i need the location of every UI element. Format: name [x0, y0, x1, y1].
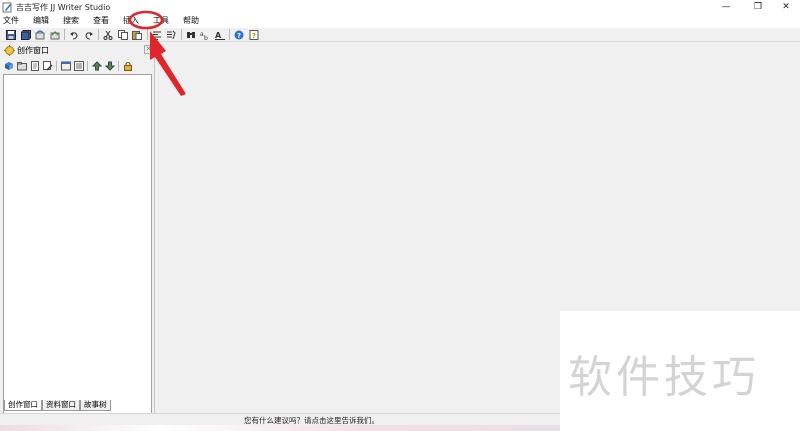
undo-history-icon — [35, 29, 45, 39]
tab-story-tree[interactable]: 故事树 — [80, 400, 111, 411]
undo-history-button[interactable] — [34, 29, 46, 41]
redo-button[interactable] — [83, 29, 95, 41]
menu-view[interactable]: 查看 — [86, 14, 116, 28]
help-icon: ? — [234, 30, 244, 40]
menu-bar: 文件 编辑 搜索 查看 插入 工具 帮助 — [0, 14, 800, 28]
document-tree[interactable] — [3, 74, 152, 431]
menu-help[interactable]: 帮助 — [176, 14, 206, 28]
about-icon: ? — [249, 29, 258, 40]
svg-text:?: ? — [237, 32, 241, 40]
help-button[interactable]: ? — [233, 29, 245, 41]
watermark-text: 软件技巧 — [568, 352, 760, 403]
move-up-button[interactable] — [91, 61, 102, 72]
properties-button[interactable] — [60, 61, 71, 72]
cut-icon — [103, 30, 113, 40]
find-button[interactable] — [185, 29, 197, 41]
copy-button[interactable] — [117, 29, 129, 41]
toolbar-separator — [98, 29, 99, 40]
tab-creation-window[interactable]: 创作窗口 — [4, 400, 42, 411]
redo-history-button[interactable] — [49, 29, 61, 41]
move-down-icon — [104, 61, 115, 71]
maximize-button[interactable]: ❐ — [744, 0, 772, 14]
font-button[interactable]: A — [214, 29, 226, 41]
panel-toolbar-separator — [87, 61, 88, 71]
lock-icon — [123, 62, 132, 71]
align-icon — [152, 31, 161, 40]
toolbar-separator — [180, 29, 182, 40]
align-button[interactable] — [151, 29, 163, 41]
app-logo-icon — [2, 2, 12, 12]
font-icon: A — [214, 31, 225, 40]
save-all-icon — [20, 29, 31, 40]
save-button[interactable] — [5, 29, 17, 41]
edit-button[interactable] — [42, 61, 53, 72]
list-button[interactable] — [73, 61, 84, 72]
new-book-icon — [4, 62, 13, 70]
new-folder-icon — [16, 62, 27, 71]
new-page-button[interactable] — [29, 61, 40, 72]
new-page-icon — [30, 61, 39, 71]
svg-text:?: ? — [252, 32, 256, 40]
minimize-button[interactable]: — — [712, 0, 740, 14]
edit-icon — [42, 61, 52, 71]
panel-tabs: 创作窗口 资料窗口 故事树 — [4, 400, 111, 412]
format-icon — [167, 30, 176, 39]
paste-icon — [132, 30, 142, 40]
save-all-button[interactable] — [20, 29, 32, 41]
svg-text:A: A — [215, 31, 222, 40]
move-up-icon — [91, 61, 102, 71]
format-button[interactable] — [165, 29, 177, 41]
list-icon — [73, 61, 84, 71]
redo-history-icon — [50, 30, 59, 39]
menu-tools[interactable]: 工具 — [146, 14, 176, 28]
title-bar: 吉吉写作 JJ Writer Studio — ❐ ✕ — [0, 0, 800, 14]
panel-header: 创作窗口 ✕ — [0, 43, 155, 57]
paste-button[interactable] — [131, 29, 143, 41]
menu-search[interactable]: 搜索 — [56, 14, 86, 28]
new-book-button[interactable] — [3, 61, 14, 72]
find-icon — [186, 31, 195, 38]
panel-close-button[interactable]: ✕ — [144, 45, 153, 54]
toolbar-separator — [146, 29, 148, 40]
menu-insert[interactable]: 插入 — [116, 14, 146, 28]
main-toolbar: ab A ? ? — [0, 28, 800, 42]
panel-toolbar — [3, 59, 135, 73]
creation-window-panel: 创作窗口 ✕ 创作窗口 资料窗口 故事树 — [0, 43, 155, 431]
undo-icon — [70, 31, 78, 40]
close-button[interactable]: ✕ — [772, 0, 800, 14]
properties-icon — [60, 61, 71, 71]
undo-button[interactable] — [68, 29, 80, 41]
new-folder-button[interactable] — [16, 61, 27, 72]
lock-button[interactable] — [122, 61, 133, 72]
panel-toolbar-separator — [56, 61, 57, 71]
save-icon — [6, 29, 16, 40]
window-title: 吉吉写作 JJ Writer Studio — [16, 2, 111, 12]
svg-text:b: b — [204, 35, 208, 40]
about-button[interactable]: ? — [248, 29, 260, 41]
toolbar-separator — [64, 29, 65, 40]
panel-toolbar-separator — [118, 61, 119, 71]
move-down-button[interactable] — [104, 61, 115, 72]
menu-edit[interactable]: 编辑 — [26, 14, 56, 28]
tab-material-window[interactable]: 资料窗口 — [42, 400, 80, 411]
toolbar-separator — [229, 29, 230, 40]
app-window: 吉吉写作 JJ Writer Studio — ❐ ✕ 文件 编辑 搜索 查看 … — [0, 0, 800, 431]
watermark: 软件技巧 — [560, 311, 800, 431]
replace-button[interactable]: ab — [199, 29, 211, 41]
creation-window-icon — [4, 44, 15, 56]
copy-icon — [117, 29, 128, 40]
panel-title: 创作窗口 — [17, 45, 49, 55]
menu-file[interactable]: 文件 — [0, 14, 26, 28]
cut-button[interactable] — [102, 29, 114, 41]
redo-icon — [84, 31, 93, 40]
replace-icon: ab — [200, 31, 208, 40]
